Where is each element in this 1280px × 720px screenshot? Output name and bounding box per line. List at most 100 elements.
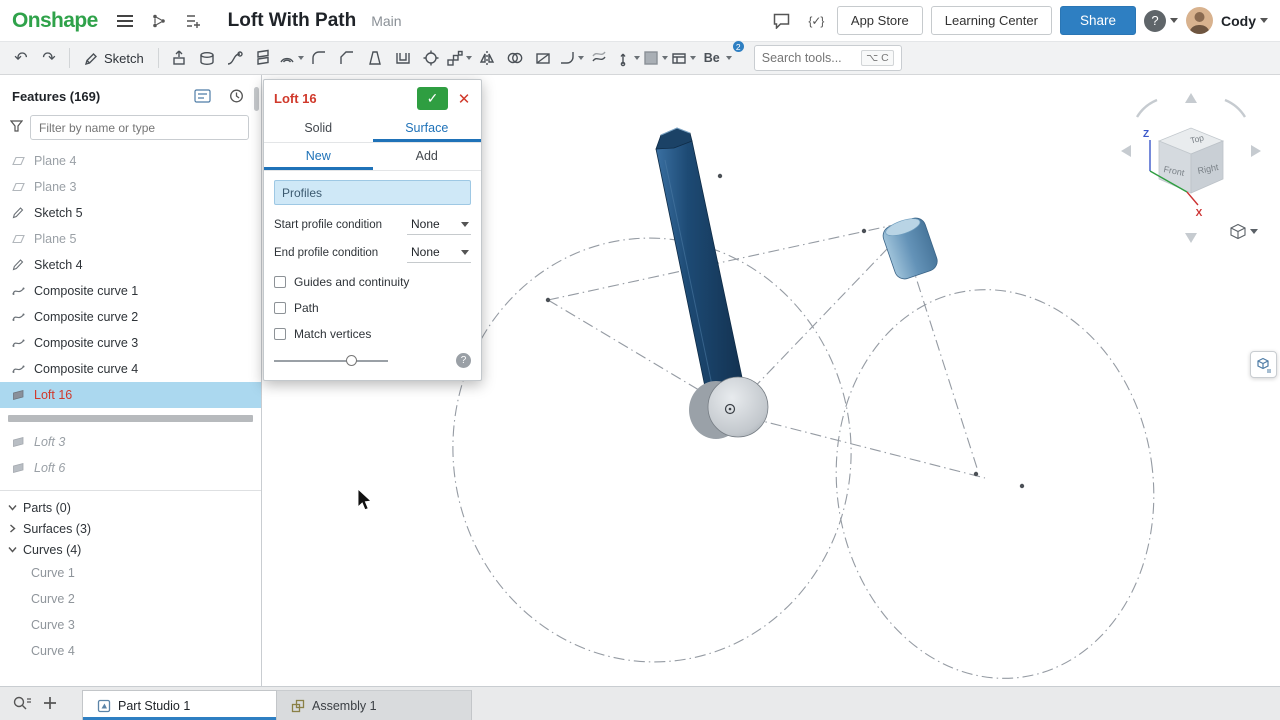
draft-button[interactable]	[362, 45, 388, 71]
fillet-button[interactable]	[306, 45, 332, 71]
sketch-button[interactable]: Sketch	[77, 45, 151, 71]
featurescript-icon[interactable]: {✓}	[803, 8, 829, 34]
checkbox[interactable]	[274, 302, 286, 314]
feature-item-plane-4[interactable]: Plane 4	[0, 148, 261, 174]
user-name: Cody	[1221, 13, 1256, 29]
app-store-button[interactable]: App Store	[837, 6, 923, 35]
tab-new[interactable]: New	[264, 143, 373, 170]
section-curves[interactable]: Curves (4)	[0, 539, 261, 560]
history-icon[interactable]	[223, 86, 249, 106]
path-checkbox-row[interactable]: Path	[274, 301, 471, 315]
user-menu[interactable]: Cody	[1221, 8, 1268, 34]
scrollbar-thumb[interactable]	[254, 87, 259, 111]
curve-item-2[interactable]: Curve 2	[0, 586, 261, 612]
undo-button[interactable]: ↶	[8, 45, 34, 71]
thicken-button[interactable]	[278, 45, 304, 71]
checkbox[interactable]	[274, 328, 286, 340]
tab-surface[interactable]: Surface	[373, 115, 482, 142]
opacity-slider-row: ?	[274, 353, 471, 368]
chamfer-button[interactable]	[334, 45, 360, 71]
rollback-bar[interactable]	[8, 415, 253, 422]
bottom-bracket-cylinder[interactable]	[689, 377, 768, 439]
loft-button[interactable]	[250, 45, 276, 71]
feature-item-composite-curve-3[interactable]: Composite curve 3	[0, 330, 261, 356]
view-cube[interactable]: Top Front Right	[1159, 128, 1223, 193]
dropdown-value: None	[411, 245, 440, 259]
document-tabs-bar: Part Studio 1 Assembly 1	[0, 686, 1280, 720]
curve-item-1[interactable]: Curve 1	[0, 560, 261, 586]
dropdown-caret-icon	[690, 56, 696, 60]
loft-seat-tube-body[interactable]	[656, 128, 747, 416]
wrap-button[interactable]	[586, 45, 612, 71]
opacity-slider[interactable]	[274, 354, 388, 368]
versions-icon[interactable]	[146, 8, 172, 34]
linear-pattern-button[interactable]	[446, 45, 472, 71]
feature-item-loft-3[interactable]: Loft 3	[0, 429, 261, 455]
revolve-button[interactable]	[194, 45, 220, 71]
cancel-button[interactable]: ✕	[455, 90, 473, 108]
feature-item-composite-curve-4[interactable]: Composite curve 4	[0, 356, 261, 382]
curve-item-3[interactable]: Curve 3	[0, 612, 261, 638]
feature-item-sketch-4[interactable]: Sketch 4	[0, 252, 261, 278]
measure-button[interactable]	[614, 45, 640, 71]
section-parts[interactable]: Parts (0)	[0, 497, 261, 518]
workspace-name[interactable]: Main	[371, 13, 401, 29]
search-tools-input[interactable]	[762, 51, 861, 65]
hamburger-menu-icon[interactable]	[112, 8, 138, 34]
tab-part-studio-1[interactable]: Part Studio 1	[82, 690, 277, 720]
filter-funnel-icon[interactable]	[10, 119, 23, 137]
comment-icon[interactable]	[769, 8, 795, 34]
hole-button[interactable]	[418, 45, 444, 71]
shell-button[interactable]	[390, 45, 416, 71]
tab-assembly-1[interactable]: Assembly 1	[277, 690, 472, 720]
search-tabs-button[interactable]	[8, 689, 36, 717]
create-version-icon[interactable]	[180, 8, 206, 34]
boolean-button[interactable]	[502, 45, 528, 71]
curve-item-4[interactable]: Curve 4	[0, 638, 261, 664]
profiles-selection-field[interactable]: Profiles	[274, 180, 471, 205]
feature-item-loft-16[interactable]: Loft 16	[0, 382, 261, 408]
view-settings-menu[interactable]	[1231, 225, 1258, 239]
sheet-metal-button[interactable]	[558, 45, 584, 71]
start-condition-dropdown[interactable]: None	[407, 215, 471, 235]
feature-item-plane-3[interactable]: Plane 3	[0, 174, 261, 200]
dropdown-caret-icon	[634, 56, 640, 60]
filter-row	[0, 110, 261, 148]
feature-item-composite-curve-1[interactable]: Composite curve 1	[0, 278, 261, 304]
checkbox[interactable]	[274, 276, 286, 288]
slider-thumb[interactable]	[346, 355, 357, 366]
split-button[interactable]	[530, 45, 556, 71]
feature-filter-input[interactable]	[30, 115, 249, 140]
tab-solid[interactable]: Solid	[264, 115, 373, 142]
feature-item-composite-curve-2[interactable]: Composite curve 2	[0, 304, 261, 330]
help-menu[interactable]: ?	[1144, 8, 1178, 34]
feature-item-sketch-5[interactable]: Sketch 5	[0, 200, 261, 226]
parts-list-flyout-button[interactable]	[1250, 351, 1277, 378]
extrude-button[interactable]	[166, 45, 192, 71]
custom-feature-button[interactable]: Be 2	[698, 45, 738, 71]
learning-center-button[interactable]: Learning Center	[931, 6, 1052, 35]
share-button[interactable]: Share	[1060, 6, 1136, 35]
end-condition-dropdown[interactable]: None	[407, 243, 471, 263]
feature-item-loft-6[interactable]: Loft 6	[0, 455, 261, 481]
document-title: Loft With Path	[228, 10, 357, 32]
redo-button[interactable]: ↷	[36, 45, 62, 71]
feature-list-options-icon[interactable]	[189, 86, 215, 106]
sketch-wheel-curves[interactable]	[435, 221, 1178, 686]
add-tab-button[interactable]	[36, 689, 64, 717]
tab-add[interactable]: Add	[373, 143, 482, 170]
head-tube-body[interactable]	[880, 214, 940, 282]
guides-checkbox-row[interactable]: Guides and continuity	[274, 275, 471, 289]
accept-button[interactable]: ✓	[417, 87, 448, 110]
user-avatar[interactable]	[1186, 7, 1213, 34]
section-surfaces[interactable]: Surfaces (3)	[0, 518, 261, 539]
named-views-button[interactable]	[670, 45, 696, 71]
feature-item-plane-5[interactable]: Plane 5	[0, 226, 261, 252]
match-vertices-checkbox-row[interactable]: Match vertices	[274, 327, 471, 341]
onshape-logo[interactable]: Onshape	[12, 9, 98, 33]
mirror-button[interactable]	[474, 45, 500, 71]
help-icon[interactable]: ?	[456, 353, 471, 368]
appearance-button[interactable]	[642, 45, 668, 71]
top-bar: Onshape Loft With Path Main {✓} App Stor…	[0, 0, 1280, 42]
sweep-button[interactable]	[222, 45, 248, 71]
